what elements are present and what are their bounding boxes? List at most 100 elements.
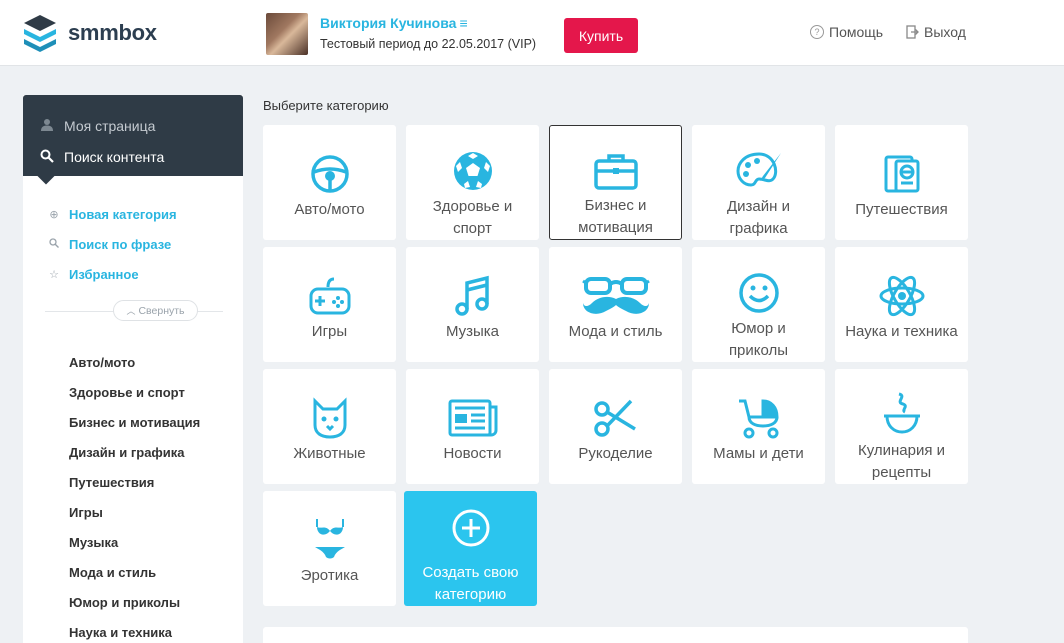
tile-label: Бизнес и мотивация bbox=[578, 197, 653, 236]
question-icon: ? bbox=[810, 25, 824, 39]
top-header: smmbox Виктория Кучинова ≡ Тестовый перио… bbox=[0, 0, 1064, 66]
music-note-icon bbox=[453, 257, 493, 317]
buy-button[interactable]: Купить bbox=[564, 18, 638, 53]
category-list: Авто/мото Здоровье и спорт Бизнес и моти… bbox=[23, 322, 243, 643]
search-phrase-label: Поиск по фразе bbox=[69, 236, 172, 252]
tile-label: Наука и техника bbox=[845, 323, 958, 340]
scissors-icon bbox=[593, 379, 639, 439]
help-label: Помощь bbox=[829, 24, 884, 40]
category-tile-business[interactable]: Бизнес и мотивация bbox=[549, 125, 682, 240]
sidebar-nav: Моя страница Поиск контента bbox=[23, 95, 243, 185]
category-tile-animals[interactable]: Животные bbox=[263, 369, 396, 484]
tile-label: Мамы и дети bbox=[713, 445, 804, 462]
category-item[interactable]: Авто/мото bbox=[23, 347, 243, 377]
palette-icon bbox=[735, 135, 783, 192]
category-item[interactable]: Мода и стиль bbox=[23, 557, 243, 587]
tile-label: Мода и стиль bbox=[568, 323, 663, 340]
search-phrase-link[interactable]: Поиск по фразе bbox=[23, 229, 243, 259]
favorites-label: Избранное bbox=[69, 266, 139, 282]
category-tile-music[interactable]: Музыка bbox=[406, 247, 539, 362]
sidebar-item-my-page[interactable]: Моя страница bbox=[23, 95, 243, 139]
collapse-row: ︿ Свернуть bbox=[45, 300, 223, 322]
newspaper-icon bbox=[448, 379, 498, 439]
category-item[interactable]: Музыка bbox=[23, 527, 243, 557]
sidebar-links: ⊕ Новая категория Поиск по фразе ☆ Избра… bbox=[23, 176, 243, 289]
tile-label: Путешествия bbox=[855, 201, 948, 218]
search-icon bbox=[38, 149, 56, 166]
category-tile-fashion[interactable]: Мода и стиль bbox=[549, 247, 682, 362]
atom-icon bbox=[878, 257, 926, 317]
star-icon: ☆ bbox=[49, 268, 59, 281]
gamepad-icon bbox=[308, 257, 352, 317]
user-name-link[interactable]: Виктория Кучинова ≡ bbox=[320, 15, 468, 31]
tile-label: Эротика bbox=[300, 567, 359, 584]
briefcase-icon bbox=[593, 136, 639, 191]
chevron-up-icon: ︿ bbox=[126, 306, 136, 316]
plus-circle-icon bbox=[451, 501, 491, 548]
menu-icon[interactable]: ≡ bbox=[459, 15, 467, 31]
sidebar-item-content-search[interactable]: Поиск контента bbox=[23, 139, 243, 175]
category-tile-auto[interactable]: Авто/мото bbox=[263, 125, 396, 240]
user-icon bbox=[38, 118, 56, 134]
bowl-icon bbox=[882, 379, 922, 436]
help-link[interactable]: ? Помощь bbox=[810, 24, 883, 40]
sidebar: Моя страница Поиск контента ⊕ Новая кате… bbox=[23, 95, 243, 643]
tile-label: Авто/мото bbox=[294, 201, 365, 218]
tile-label: Игры bbox=[311, 323, 348, 340]
logout-icon bbox=[906, 25, 919, 39]
category-tile-design[interactable]: Дизайн и графика bbox=[692, 125, 825, 240]
sidebar-item-label: Моя страница bbox=[64, 118, 156, 134]
category-tile-news[interactable]: Новости bbox=[406, 369, 539, 484]
tile-label: Музыка bbox=[445, 323, 500, 340]
logo-text: smmbox bbox=[68, 20, 157, 45]
category-tile-games[interactable]: Игры bbox=[263, 247, 396, 362]
soccer-ball-icon bbox=[452, 135, 494, 192]
logo-icon bbox=[24, 15, 56, 52]
logout-link[interactable]: Выход bbox=[906, 24, 966, 40]
create-category-label: Создать свою категорию bbox=[422, 564, 519, 603]
sidebar-item-label: Поиск контента bbox=[64, 149, 165, 165]
category-tile-moms-kids[interactable]: Мамы и дети bbox=[692, 369, 825, 484]
tile-label: Дизайн и графика bbox=[727, 198, 790, 237]
new-category-label: Новая категория bbox=[69, 206, 177, 222]
category-tile-health-sport[interactable]: Здоровье и спорт bbox=[406, 125, 539, 240]
category-item[interactable]: Путешествия bbox=[23, 467, 243, 497]
tile-label: Здоровье и спорт bbox=[432, 198, 513, 237]
user-name: Виктория Кучинова bbox=[320, 15, 457, 31]
page-title: Выберите категорию bbox=[263, 98, 389, 113]
favorites-link[interactable]: ☆ Избранное bbox=[23, 259, 243, 289]
passport-icon bbox=[882, 135, 922, 195]
glasses-mustache-icon bbox=[581, 257, 650, 317]
bottom-panel bbox=[263, 627, 968, 643]
cat-icon bbox=[309, 379, 351, 439]
bikini-icon bbox=[314, 501, 346, 561]
smiley-icon bbox=[738, 257, 780, 314]
collapse-button[interactable]: ︿ Свернуть bbox=[113, 300, 198, 321]
logo[interactable]: smmbox bbox=[22, 13, 157, 53]
category-item[interactable]: Игры bbox=[23, 497, 243, 527]
category-item[interactable]: Дизайн и графика bbox=[23, 437, 243, 467]
category-item[interactable]: Наука и техника bbox=[23, 617, 243, 643]
category-tile-science[interactable]: Наука и техника bbox=[835, 247, 968, 362]
category-tile-cooking[interactable]: Кулинария и рецепты bbox=[835, 369, 968, 484]
steering-wheel-icon bbox=[309, 135, 351, 195]
logout-label: Выход bbox=[924, 24, 966, 40]
category-tile-travel[interactable]: Путешествия bbox=[835, 125, 968, 240]
plus-circle-icon: ⊕ bbox=[49, 208, 59, 221]
create-category-button[interactable]: Создать свою категорию bbox=[404, 491, 537, 606]
category-item[interactable]: Бизнес и мотивация bbox=[23, 407, 243, 437]
category-tile-handmade[interactable]: Рукоделие bbox=[549, 369, 682, 484]
category-tile-erotica[interactable]: Эротика bbox=[263, 491, 396, 606]
tile-label: Новости bbox=[443, 445, 502, 462]
avatar[interactable] bbox=[266, 13, 308, 55]
tile-label: Кулинария и рецепты bbox=[857, 442, 946, 481]
new-category-link[interactable]: ⊕ Новая категория bbox=[23, 199, 243, 229]
category-tile-humor[interactable]: Юмор и приколы bbox=[692, 247, 825, 362]
tile-label: Юмор и приколы bbox=[728, 320, 789, 359]
collapse-label: Свернуть bbox=[138, 304, 185, 317]
category-item[interactable]: Юмор и приколы bbox=[23, 587, 243, 617]
tile-label: Животные bbox=[293, 445, 366, 462]
category-item[interactable]: Здоровье и спорт bbox=[23, 377, 243, 407]
stroller-icon bbox=[737, 379, 781, 439]
tile-label: Рукоделие bbox=[578, 445, 653, 462]
